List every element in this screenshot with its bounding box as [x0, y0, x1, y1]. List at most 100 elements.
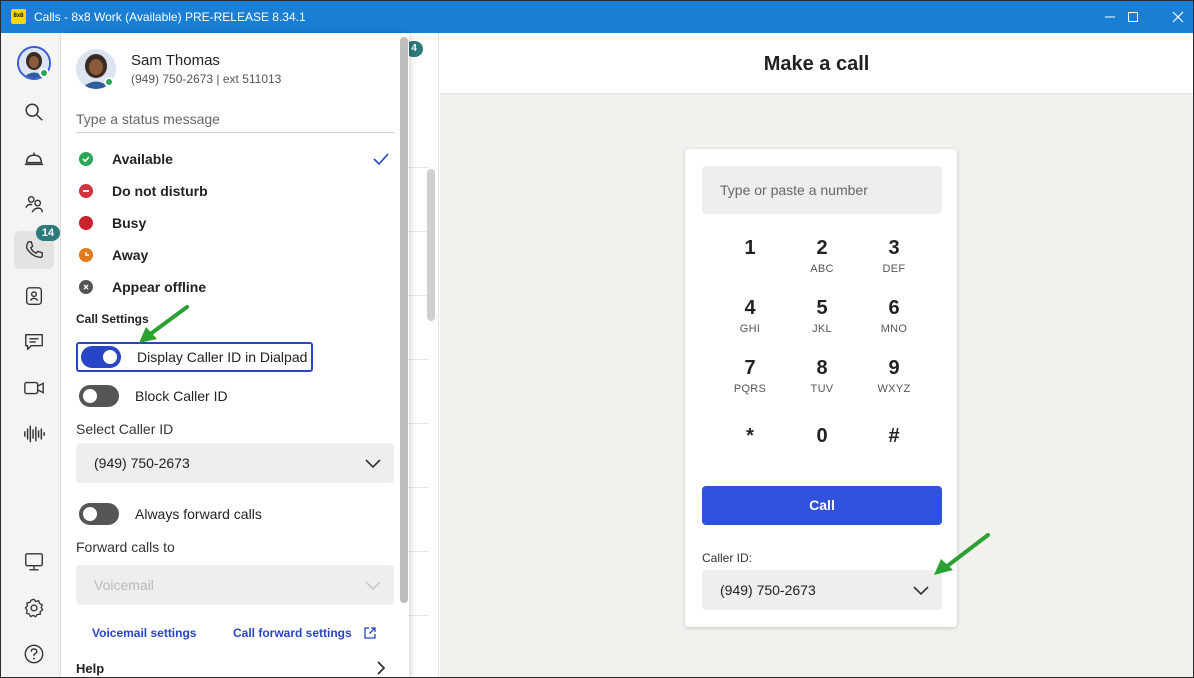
block-caller-id-toggle[interactable] [79, 385, 119, 407]
status-option-available[interactable]: Available [76, 146, 394, 172]
clock-icon [79, 248, 93, 262]
dial-key-8[interactable]: 8 TUV [792, 356, 852, 408]
dial-key-1[interactable]: 1 [720, 236, 780, 288]
status-label: Away [112, 247, 149, 263]
selected-check-icon [373, 153, 389, 166]
x-circle-icon [79, 280, 93, 294]
status-option-appear-offline[interactable]: Appear offline [76, 274, 394, 300]
presence-available-dot [39, 68, 49, 78]
page-title: Make a call [763, 53, 870, 75]
help-menu-item[interactable]: Help [76, 661, 104, 676]
dial-key-9[interactable]: 9 WXYZ [864, 356, 924, 408]
dial-key-3[interactable]: 3 DEF [864, 236, 924, 288]
main-header: Make a call [440, 33, 1193, 94]
video-icon [24, 381, 44, 395]
dial-key-6[interactable]: 6 MNO [864, 296, 924, 348]
status-label: Busy [112, 215, 147, 231]
voice-wave-icon [24, 425, 45, 443]
dial-key-4[interactable]: 4 GHI [720, 296, 780, 348]
phone-number-input[interactable] [702, 166, 942, 214]
contacts-icon [25, 287, 43, 305]
dial-key-hash[interactable]: # [864, 424, 924, 476]
voicemail-settings-link[interactable]: Voicemail settings [92, 626, 196, 640]
dialer-caller-id-value: (949) 750-2673 [720, 582, 816, 598]
status-option-away[interactable]: Away [76, 242, 394, 268]
rail-chat[interactable] [14, 323, 54, 361]
computer-icon [25, 553, 43, 571]
user-name: Sam Thomas [131, 52, 220, 69]
chevron-right-icon [377, 661, 386, 675]
display-caller-id-toggle[interactable] [81, 346, 121, 368]
chevron-down-icon [365, 581, 381, 591]
presence-available-dot [104, 77, 114, 87]
rail-voice[interactable] [14, 415, 54, 453]
display-caller-id-label: Display Caller ID in Dialpad [137, 349, 308, 365]
calls-badge: 14 [36, 225, 60, 241]
phone-icon [25, 241, 43, 259]
always-forward-toggle[interactable] [79, 503, 119, 525]
check-circle-icon [79, 152, 93, 166]
maximize-button[interactable] [1110, 1, 1156, 33]
chevron-down-icon [913, 586, 929, 596]
list-divider [409, 423, 429, 424]
nav-rail: 14 [1, 33, 61, 677]
close-icon [1172, 11, 1184, 23]
block-caller-id-label: Block Caller ID [135, 388, 228, 404]
annotation-arrow-icon [934, 533, 990, 575]
list-divider [409, 295, 429, 296]
panel-scrollbar[interactable] [400, 37, 408, 603]
list-divider [409, 359, 429, 360]
caller-id-label: Caller ID: [702, 551, 753, 565]
rail-team[interactable] [14, 185, 54, 223]
list-divider [409, 167, 429, 168]
status-label: Do not disturb [112, 183, 208, 199]
dialer-caller-id-select[interactable]: (949) 750-2673 [702, 570, 942, 610]
window-title: Calls - 8x8 Work (Available) PRE-RELEASE… [34, 10, 306, 24]
caller-id-select-value: (949) 750-2673 [94, 455, 190, 471]
main-content: Make a call 1 2ABC 3DEF 4GHI 5JKL 6MNO 7… [440, 33, 1193, 677]
annotation-arrow-icon [139, 305, 189, 343]
busy-dot-icon [79, 216, 93, 230]
minus-circle-icon [79, 184, 93, 198]
display-caller-id-row[interactable]: Display Caller ID in Dialpad [76, 342, 314, 372]
rail-video[interactable] [14, 369, 54, 407]
rail-settings[interactable] [14, 589, 54, 627]
call-button[interactable]: Call [702, 486, 942, 525]
rail-contacts[interactable] [14, 277, 54, 315]
chevron-down-icon [365, 459, 381, 469]
rail-search[interactable] [14, 93, 54, 131]
dial-key-7[interactable]: 7 PQRS [720, 356, 780, 408]
list-scrollbar[interactable] [427, 169, 435, 321]
app-logo-icon: 8x8 [11, 9, 26, 24]
dial-key-0[interactable]: 0 [792, 424, 852, 476]
list-divider [409, 551, 429, 552]
status-option-busy[interactable]: Busy [76, 210, 394, 236]
help-icon [24, 644, 44, 664]
rail-help[interactable] [14, 635, 54, 673]
team-icon [25, 195, 43, 213]
status-message-input[interactable] [76, 105, 394, 133]
dial-key-star[interactable]: * [720, 424, 780, 476]
search-icon [25, 103, 43, 121]
forward-calls-to-label: Forward calls to [76, 539, 175, 555]
block-caller-id-row[interactable]: Block Caller ID [76, 381, 228, 411]
forward-to-select: Voicemail [76, 565, 394, 605]
dial-key-5[interactable]: 5 JKL [792, 296, 852, 348]
status-option-do-not-disturb[interactable]: Do not disturb [76, 178, 394, 204]
caller-id-select[interactable]: (949) 750-2673 [76, 443, 394, 483]
rail-lobby[interactable] [14, 139, 54, 177]
rail-computer[interactable] [14, 543, 54, 581]
maximize-icon [1128, 12, 1138, 22]
dialpad-card: 1 2ABC 3DEF 4GHI 5JKL 6MNO 7PQRS 8TUV 9W… [685, 149, 957, 627]
dial-key-2[interactable]: 2 ABC [792, 236, 852, 288]
title-bar: 8x8 Calls - 8x8 Work (Available) PRE-REL… [1, 1, 1193, 33]
app-window: 8x8 Calls - 8x8 Work (Available) PRE-REL… [0, 0, 1194, 678]
chat-icon [25, 333, 43, 351]
call-forward-settings-link[interactable]: Call forward settings [233, 626, 352, 640]
always-forward-row[interactable]: Always forward calls [76, 499, 262, 529]
list-divider [409, 615, 429, 616]
close-button[interactable] [1155, 1, 1193, 33]
list-divider [409, 231, 429, 232]
status-panel: Sam Thomas (949) 750-2673 | ext 511013 A… [61, 33, 409, 677]
always-forward-label: Always forward calls [135, 506, 262, 522]
